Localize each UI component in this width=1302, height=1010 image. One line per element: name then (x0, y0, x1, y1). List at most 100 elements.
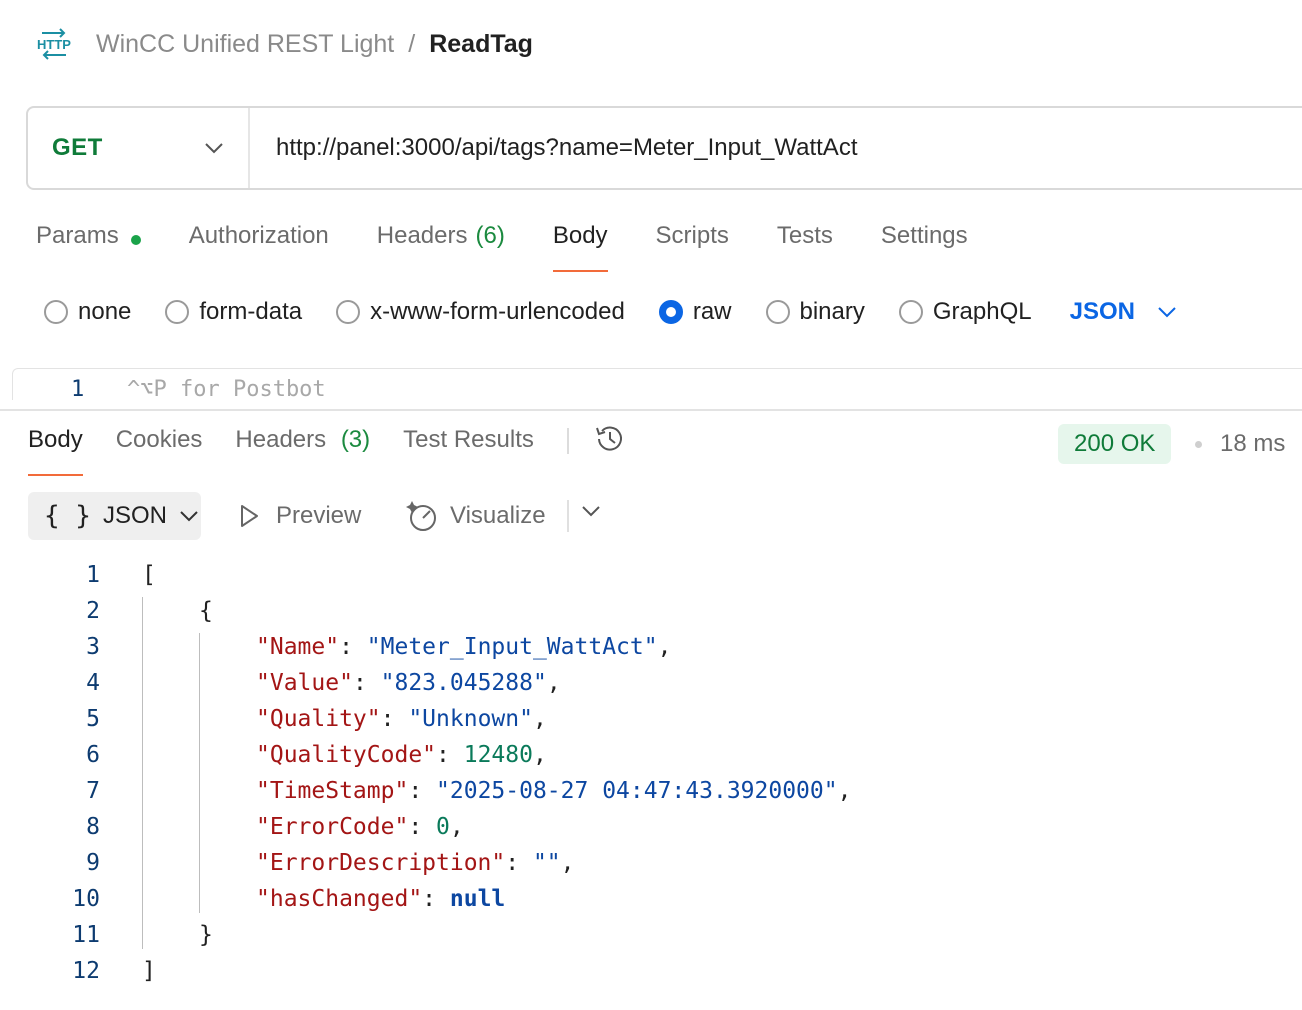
line-number: 11 (72, 922, 100, 948)
chevron-down-icon[interactable] (580, 504, 602, 523)
tab-body[interactable]: Body (552, 222, 608, 272)
code-line: 2{ (0, 593, 1000, 629)
code-line: 4 "Value": "823.045288", (0, 665, 1000, 701)
json-token-punct: , (837, 778, 852, 804)
json-token-punct: ] (142, 958, 156, 984)
json-token-punct: } (199, 922, 213, 948)
json-token-punct: : (339, 634, 367, 660)
url-bar: GET http://panel:3000/api/tags?name=Mete… (26, 106, 1302, 190)
divider (567, 500, 569, 532)
line-number: 1 (86, 562, 100, 588)
status-badge[interactable]: 200 OK (1058, 424, 1172, 464)
radio-button[interactable] (165, 300, 190, 324)
line-number: 7 (86, 778, 100, 804)
response-tab-cookies[interactable]: Cookies (116, 426, 203, 476)
json-token-str: "823.045288" (380, 670, 547, 696)
tab-scripts[interactable]: Scripts (656, 222, 729, 272)
radio-button[interactable] (765, 300, 790, 324)
tab-headers[interactable]: Headers (6) (377, 222, 505, 272)
tab-label: Tests (776, 222, 833, 249)
radio-button[interactable] (898, 300, 923, 324)
editor-placeholder: ^⌥P for Postbot (127, 377, 326, 400)
body-type-urlencoded[interactable]: x-www-form-urlencoded (336, 298, 625, 326)
request-name[interactable]: ReadTag (429, 30, 533, 59)
code-text: "ErrorDescription": "", (256, 850, 575, 876)
response-time[interactable]: 18 ms (1220, 430, 1285, 458)
code-line: 7 "TimeStamp": "2025-08-27 04:47:43.39200… (0, 773, 1000, 809)
json-token-punct: : (352, 670, 381, 696)
body-type-form-data[interactable]: form-data (165, 298, 302, 326)
request-body-editor[interactable]: 1 ^⌥P for Postbot (12, 368, 1302, 400)
code-line: 8 "ErrorCode": 0, (0, 809, 1000, 845)
tab-label: Body (552, 222, 608, 249)
url-input[interactable]: http://panel:3000/api/tags?name=Meter_In… (250, 134, 857, 162)
body-type-none[interactable]: none (44, 298, 131, 326)
code-text: "QualityCode": 12480, (256, 742, 547, 768)
breadcrumb-collection[interactable]: WinCC Unified REST Light (96, 30, 394, 59)
code-line: 11} (0, 917, 1000, 953)
tab-label: Test Results (403, 426, 534, 453)
chevron-down-icon (205, 143, 223, 154)
divider (566, 428, 569, 454)
json-token-punct: , (532, 742, 547, 768)
json-token-key: "Value" (256, 670, 353, 696)
radio-button[interactable] (336, 300, 361, 324)
code-text: "hasChanged": null (256, 886, 505, 912)
pane-divider[interactable] (0, 409, 1302, 411)
params-indicator-dot (130, 235, 141, 245)
code-line: 6 "QualityCode": 12480, (0, 737, 1000, 773)
history-icon[interactable] (593, 422, 627, 463)
code-line: 3 "Name": "Meter_Input_WattAct", (0, 629, 1000, 665)
json-token-punct: { (199, 598, 213, 624)
tab-params[interactable]: Params (36, 222, 141, 272)
response-tab-headers[interactable]: Headers (3) (235, 426, 370, 476)
line-number: 10 (72, 886, 100, 912)
radio-label: x-www-form-urlencoded (370, 298, 625, 325)
tab-label: Cookies (115, 426, 203, 453)
radio-button[interactable] (44, 300, 68, 324)
tab-settings[interactable]: Settings (881, 222, 968, 272)
response-tab-body[interactable]: Body (28, 426, 83, 476)
json-token-kw: null (449, 886, 506, 912)
radio-label: binary (799, 298, 865, 325)
json-token-key: "ErrorDescription" (256, 850, 506, 876)
body-type-raw[interactable]: raw (658, 298, 732, 326)
json-token-key: "QualityCode" (256, 742, 437, 768)
tab-label: Authorization (188, 222, 329, 249)
json-token-str: "" (532, 850, 561, 876)
preview-label: Preview (276, 502, 362, 529)
response-tab-test-results[interactable]: Test Results (403, 426, 534, 476)
radio-label: raw (692, 298, 732, 325)
line-number: 12 (72, 958, 100, 984)
json-token-key: "TimeStamp" (256, 778, 409, 804)
headers-count: (3) (340, 426, 371, 453)
tab-tests[interactable]: Tests (777, 222, 833, 272)
line-number: 1 (71, 377, 85, 400)
code-text: "Value": "823.045288", (256, 670, 561, 696)
radio-label: none (78, 298, 132, 325)
tab-authorization[interactable]: Authorization (189, 222, 329, 272)
line-number: 3 (86, 634, 100, 660)
body-type-options: none form-data x-www-form-urlencoded raw… (44, 292, 1177, 332)
breadcrumb-separator: / (408, 29, 416, 58)
visualize-button[interactable]: Visualize (406, 498, 546, 534)
http-icon: HTTP (36, 26, 72, 62)
body-type-binary[interactable]: binary (765, 298, 865, 326)
radio-button-selected[interactable] (658, 300, 683, 324)
line-number: 8 (86, 814, 100, 840)
line-number: 2 (86, 598, 100, 624)
body-type-graphql[interactable]: GraphQL (898, 298, 1032, 326)
code-line: 10 "hasChanged": null (0, 881, 1000, 917)
code-line: 9 "ErrorDescription": "", (0, 845, 1000, 881)
json-token-punct: : (408, 778, 437, 804)
visualize-icon (406, 501, 436, 531)
response-format-select[interactable]: { } JSON (28, 492, 201, 540)
raw-language-select[interactable]: JSON (1070, 298, 1177, 326)
json-token-key: "Quality" (256, 706, 381, 732)
json-token-punct: : (422, 886, 450, 912)
headers-count: (6) (475, 222, 505, 249)
method-select[interactable]: GET (28, 108, 250, 188)
code-text: { (199, 598, 213, 624)
preview-button[interactable]: Preview (236, 498, 361, 534)
json-token-punct: , (560, 850, 575, 876)
